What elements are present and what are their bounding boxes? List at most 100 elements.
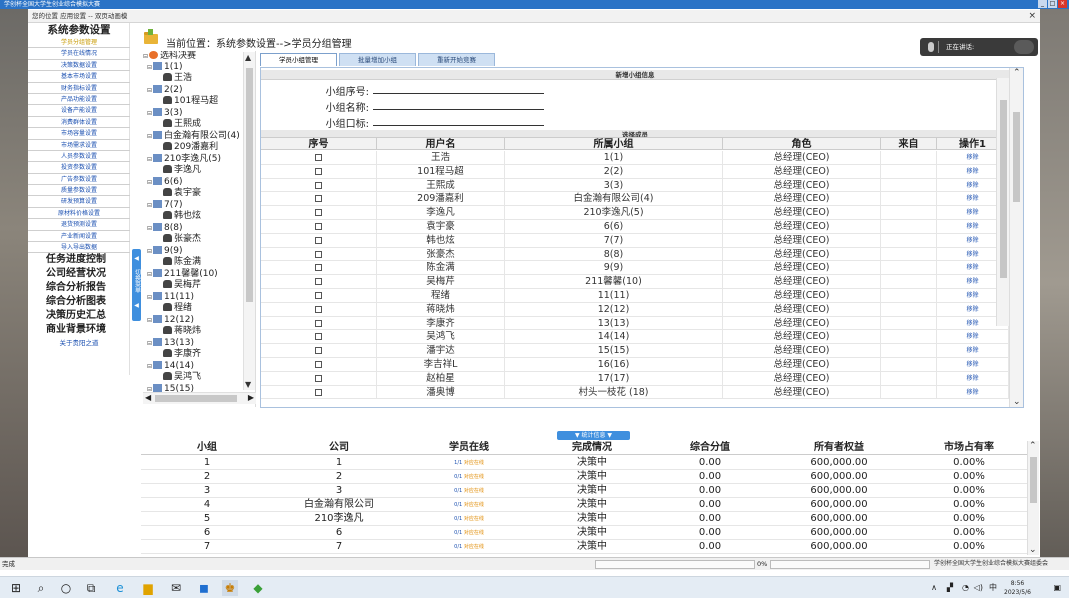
hangup-icon[interactable] <box>1014 40 1034 54</box>
tree-group-node[interactable]: ⊟ 8(8) <box>147 223 183 234</box>
tree-group-node[interactable]: ⊟ 12(12) <box>147 315 194 326</box>
tree-member-node[interactable]: 吴梅芹 <box>163 280 201 291</box>
minimize-button[interactable]: _ <box>1038 0 1047 8</box>
menu-item[interactable]: 原材料价格设置 <box>28 208 130 220</box>
tab-restart-contest[interactable]: 重新开始竞赛 <box>418 53 495 66</box>
tree-member-node[interactable]: 101程马超 <box>163 96 218 107</box>
tree-group-node[interactable]: ⊟ 白金瀚有限公司(4) <box>147 131 240 142</box>
app-icon[interactable]: ◼ <box>196 580 212 596</box>
member-checkbox[interactable] <box>315 250 322 258</box>
member-checkbox[interactable] <box>315 223 322 230</box>
network-icon[interactable]: ▞ <box>947 577 953 598</box>
tree-member-node[interactable]: 209潘嘉利 <box>163 142 218 153</box>
menu-about-link[interactable]: 关于贵阳之道 <box>28 337 130 349</box>
menu-item[interactable]: 产品功能设置 <box>28 94 130 106</box>
tree-horizontal-scrollbar[interactable]: ◀ ▶ <box>143 392 256 404</box>
inner-close-button[interactable]: × <box>1028 10 1036 23</box>
file-explorer-icon[interactable]: ▆ <box>140 580 156 596</box>
menu-item[interactable]: 广告参数设置 <box>28 174 130 186</box>
tray-chevron-icon[interactable]: ∧ <box>931 577 937 598</box>
panel-scroll-thumb[interactable] <box>1013 112 1020 202</box>
ime-indicator[interactable]: 中 <box>989 577 997 598</box>
group-name-input[interactable] <box>373 99 544 110</box>
tree-member-node[interactable]: 张豪杰 <box>163 234 201 245</box>
tree-group-node[interactable]: ⊟ 9(9) <box>147 246 183 257</box>
menu-item[interactable]: 产业新闻设置 <box>28 231 130 243</box>
menu-collapse-tab[interactable]: ◀ 切换菜单 ◀ <box>132 249 141 321</box>
tree-member-node[interactable]: 吴鸿飞 <box>163 372 201 383</box>
tree-member-node[interactable]: 李康齐 <box>163 349 201 360</box>
voice-chat-widget[interactable]: 正在讲话: <box>920 38 1038 56</box>
stats-scrollbar[interactable]: ⌃ ⌄ <box>1027 441 1039 555</box>
member-checkbox[interactable] <box>315 333 322 341</box>
panel-scrollbar[interactable]: ⌃ ⌄ <box>1009 68 1023 407</box>
scroll-left-icon[interactable]: ◀ <box>145 393 151 402</box>
member-checkbox[interactable] <box>315 305 322 313</box>
members-scroll-thumb[interactable] <box>1000 100 1007 278</box>
member-checkbox[interactable] <box>315 319 322 327</box>
tree-member-node[interactable]: 王熙成 <box>163 119 201 130</box>
tree-group-node[interactable]: ⊟ 7(7) <box>147 200 183 211</box>
member-checkbox[interactable] <box>315 374 322 382</box>
menu-section[interactable]: 商业背景环境 <box>28 323 130 337</box>
remove-link[interactable]: 移除 <box>937 385 1009 399</box>
menu-item[interactable]: 学员分组管理 <box>28 37 130 49</box>
member-checkbox[interactable] <box>315 292 322 299</box>
tree-group-node[interactable]: ⊟ 3(3) <box>147 108 183 119</box>
remove-link[interactable]: 移除 <box>937 330 1009 344</box>
cortana-icon[interactable]: ○ <box>58 580 74 596</box>
tree-member-node[interactable]: 陈金满 <box>163 257 201 268</box>
menu-item[interactable]: 设备产能设置 <box>28 105 130 117</box>
tree-member-node[interactable]: 韩也炫 <box>163 211 201 222</box>
tab-group-management[interactable]: 学员小组管理 <box>260 53 337 66</box>
menu-item[interactable]: 市场需求设置 <box>28 140 130 151</box>
start-icon[interactable]: ⊞ <box>8 580 24 596</box>
tree-member-node[interactable]: 蒋晓炜 <box>163 326 201 337</box>
menu-section[interactable]: 决策历史汇总 <box>28 309 130 323</box>
wifi-icon[interactable]: ◔ <box>962 577 969 598</box>
menu-section[interactable]: 综合分析图表 <box>28 295 130 309</box>
scroll-up-icon[interactable]: ▲ <box>245 53 251 62</box>
menu-item[interactable]: 学员在线情况 <box>28 48 130 60</box>
member-checkbox[interactable] <box>315 154 322 161</box>
scroll-down-icon[interactable]: ⌄ <box>1013 397 1021 407</box>
member-checkbox[interactable] <box>315 167 322 175</box>
tree-group-node[interactable]: ⊟ 1(1) <box>147 62 183 73</box>
menu-item[interactable]: 财务指标设置 <box>28 83 130 94</box>
member-checkbox[interactable] <box>315 347 322 355</box>
tree-group-node[interactable]: ⊟ 211馨馨(10) <box>147 269 218 280</box>
mail-icon[interactable]: ✉ <box>168 580 184 596</box>
scroll-down-icon[interactable]: ⌄ <box>1029 545 1037 555</box>
tree-scroll-thumb[interactable] <box>246 68 253 302</box>
tree-hscroll-thumb[interactable] <box>155 395 237 402</box>
menu-section[interactable]: 任务进度控制 <box>28 253 130 267</box>
member-checkbox[interactable] <box>315 209 322 217</box>
menu-item[interactable]: 退货预测设置 <box>28 219 130 231</box>
tree-group-node[interactable]: ⊟ 2(2) <box>147 85 183 96</box>
scroll-down-icon[interactable]: ▼ <box>245 380 251 389</box>
tree-group-node[interactable]: ⊟ 11(11) <box>147 292 194 303</box>
menu-section[interactable]: 综合分析报告 <box>28 281 130 295</box>
clock[interactable]: 8:56 2023/5/6 <box>1004 579 1031 597</box>
menu-item[interactable]: 人员参数设置 <box>28 151 130 163</box>
menu-item[interactable]: 研发预算设置 <box>28 196 130 208</box>
member-checkbox[interactable] <box>315 181 322 189</box>
stats-toggle-button[interactable]: ▼ 统计信息 ▼ <box>557 431 630 440</box>
tree-root[interactable]: ⊟ 选科决赛 <box>143 51 196 62</box>
members-scrollbar[interactable] <box>996 78 1009 326</box>
menu-item[interactable]: 基本市场设置 <box>28 71 130 83</box>
edge-icon[interactable]: e <box>112 580 128 596</box>
member-checkbox[interactable] <box>315 278 322 286</box>
menu-section[interactable]: 公司经营状况 <box>28 267 130 281</box>
menu-item[interactable]: 市场容量设置 <box>28 128 130 140</box>
active-app-icon[interactable]: ♚ <box>222 580 238 596</box>
search-icon[interactable]: ⌕ <box>33 580 49 596</box>
tree-member-node[interactable]: 李逸凡 <box>163 165 201 176</box>
menu-head-system-params[interactable]: 系统参数设置 <box>28 23 130 37</box>
app-2-icon[interactable]: ◆ <box>250 580 266 596</box>
tree-member-node[interactable]: 王浩 <box>163 73 192 84</box>
tree-group-node[interactable]: ⊟ 13(13) <box>147 338 194 349</box>
tree-group-node[interactable]: ⊟ 210李逸凡(5) <box>147 154 221 165</box>
menu-item[interactable]: 投资参数设置 <box>28 162 130 174</box>
menu-item[interactable]: 决策数据设置 <box>28 60 130 72</box>
